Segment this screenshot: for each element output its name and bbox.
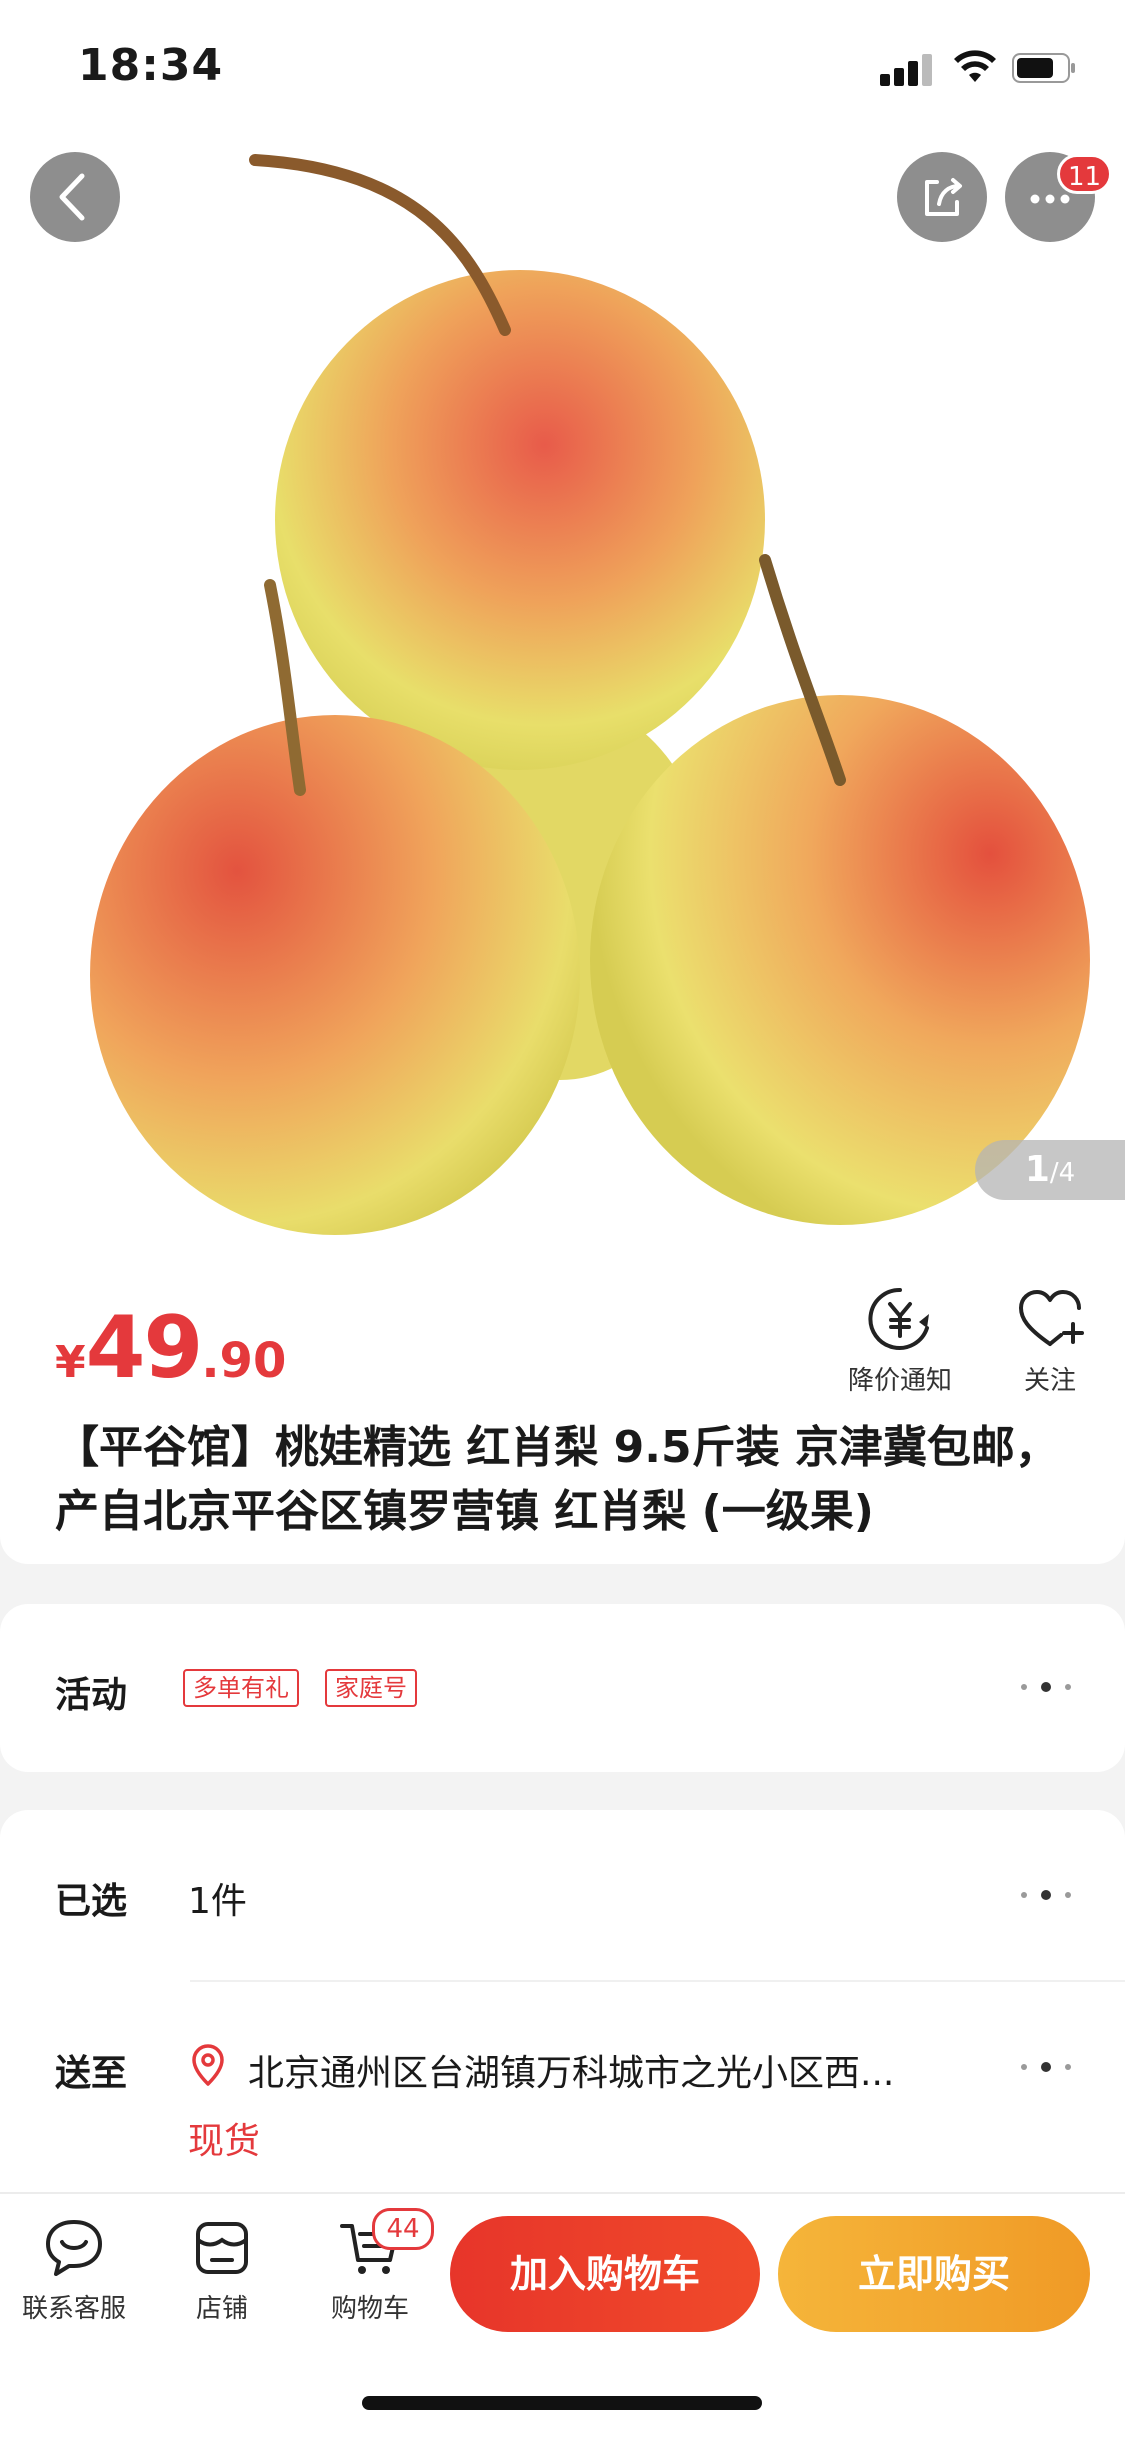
price-integer: 49 bbox=[85, 1298, 204, 1398]
status-bar: 18:34 bbox=[0, 0, 1125, 130]
cellular-signal-icon bbox=[880, 50, 936, 86]
promo-card[interactable]: 活动 多单有礼 家庭号 bbox=[0, 1604, 1125, 1772]
product-image-pears bbox=[90, 154, 1090, 1235]
cart-label: 购物车 bbox=[330, 2294, 409, 2324]
status-time: 18:34 bbox=[78, 40, 224, 91]
back-button[interactable] bbox=[30, 152, 120, 242]
price-alert-icon bbox=[868, 1287, 929, 1350]
price-alert-button[interactable]: 降价通知 bbox=[835, 1284, 965, 1397]
share-icon bbox=[925, 178, 962, 216]
pager-current: 1 bbox=[1024, 1149, 1050, 1190]
selected-label: 已选 bbox=[55, 1881, 128, 1922]
shop-label: 店铺 bbox=[195, 2294, 248, 2324]
price-decimal: .90 bbox=[201, 1333, 287, 1389]
shop-button[interactable]: 店铺 bbox=[152, 2216, 292, 2325]
customer-service-button[interactable]: 联系客服 bbox=[4, 2216, 144, 2325]
back-icon bbox=[59, 173, 85, 221]
stock-status: 现货 bbox=[188, 2121, 261, 2162]
delivery-address: 北京通州区台湖镇万科城市之光小区西... bbox=[248, 2053, 895, 2094]
add-to-cart-button[interactable]: 加入购物车 bbox=[450, 2216, 760, 2332]
product-price: ¥49.90 bbox=[55, 1298, 286, 1398]
heart-plus-icon bbox=[1019, 1290, 1084, 1346]
location-icon bbox=[192, 2044, 224, 2086]
cart-count-badge: 44 bbox=[372, 2208, 434, 2250]
image-pager: 1/4 bbox=[975, 1140, 1125, 1200]
options-card: 已选 1件 送至 北京通州区台湖镇万科城市之光小区西... 现货 bbox=[0, 1810, 1125, 2230]
promo-tag: 家庭号 bbox=[325, 1669, 417, 1707]
selected-more-icon[interactable] bbox=[1021, 1890, 1071, 1902]
product-title: 【平谷馆】桃娃精选 红肖梨 9.5斤装 京津冀包邮，产自北京平谷区镇罗营镇 红肖… bbox=[55, 1422, 1059, 1537]
follow-button[interactable]: 关注 bbox=[995, 1284, 1105, 1397]
promo-label: 活动 bbox=[55, 1675, 128, 1716]
more-badge: 11 bbox=[1057, 154, 1113, 194]
buy-now-button[interactable]: 立即购买 bbox=[778, 2216, 1090, 2332]
pager-total: /4 bbox=[1049, 1158, 1076, 1188]
customer-service-label: 联系客服 bbox=[21, 2294, 126, 2324]
promo-more-icon[interactable] bbox=[1021, 1682, 1071, 1694]
selected-row[interactable]: 已选 1件 bbox=[0, 1810, 1125, 1980]
follow-label: 关注 bbox=[1023, 1366, 1076, 1396]
chat-icon bbox=[46, 2220, 102, 2276]
product-image-carousel[interactable] bbox=[0, 130, 1125, 1260]
price-card: ¥49.90 降价通知 关注 【平谷馆】桃娃精选 红肖梨 9.5斤装 京津冀包邮… bbox=[0, 1258, 1125, 1564]
share-button[interactable] bbox=[897, 152, 987, 242]
delivery-more-icon[interactable] bbox=[1021, 2062, 1071, 2074]
wifi-icon bbox=[954, 50, 996, 82]
delivery-row[interactable]: 送至 北京通州区台湖镇万科城市之光小区西... 现货 bbox=[0, 1982, 1125, 2212]
promo-tag: 多单有礼 bbox=[183, 1669, 299, 1707]
price-currency: ¥ bbox=[55, 1337, 86, 1388]
delivery-label: 送至 bbox=[55, 2053, 128, 2094]
price-alert-label: 降价通知 bbox=[847, 1366, 952, 1396]
selected-value: 1件 bbox=[188, 1881, 247, 1922]
battery-icon bbox=[1012, 53, 1075, 83]
home-indicator bbox=[362, 2396, 762, 2410]
shop-icon bbox=[196, 2222, 248, 2274]
